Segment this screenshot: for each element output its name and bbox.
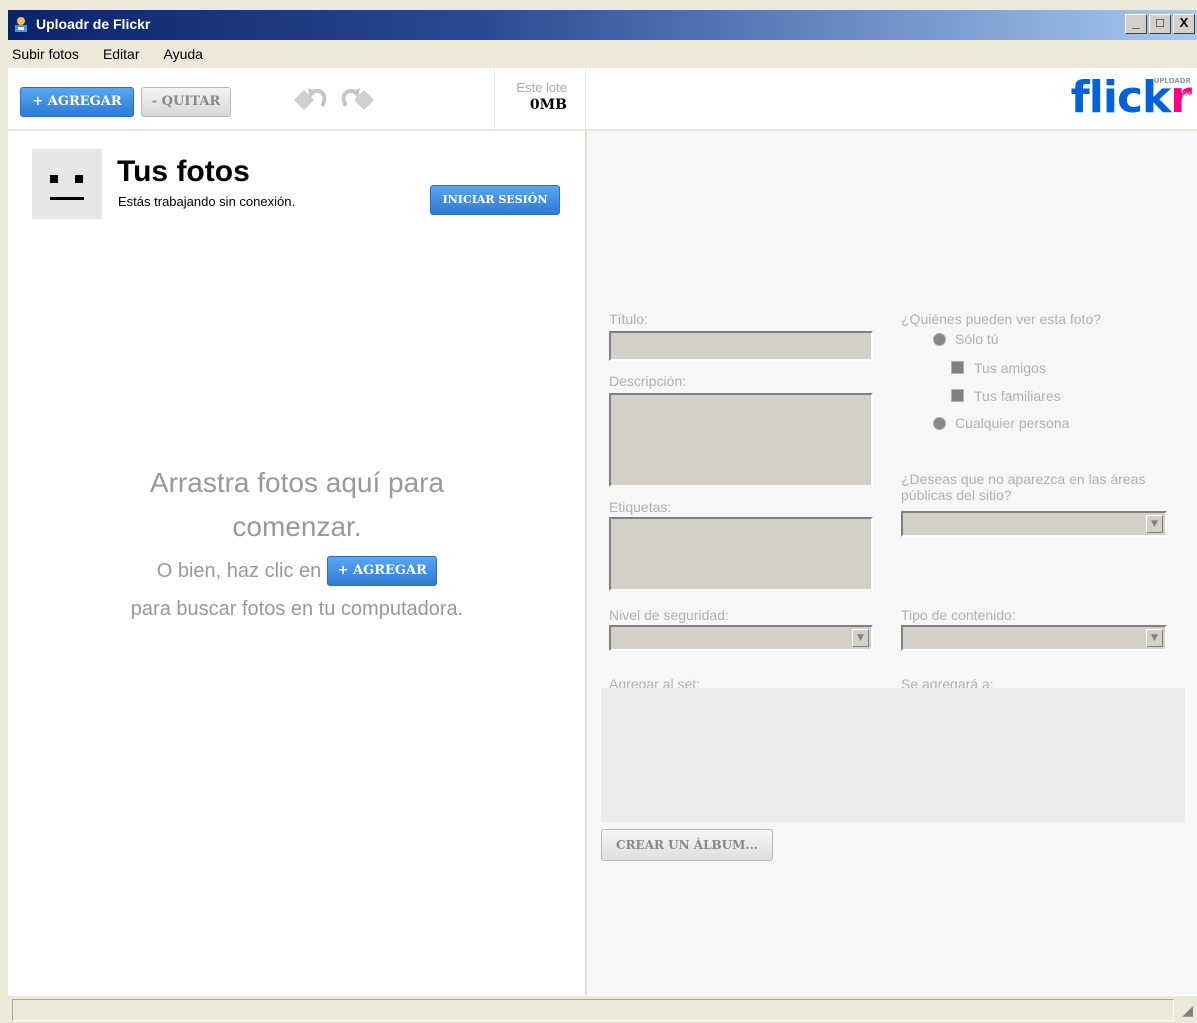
minimize-button[interactable]: _ [1125,14,1147,34]
drop-line-4: para buscar fotos en tu computadora. [130,598,464,620]
window-title: Uploadr de Flickr [36,16,151,32]
toolbar: + AGREGAR - QUITAR Este lote 0MB flickr … [8,68,1197,130]
drop-zone[interactable]: Arrastra fotos aquí para comenzar. O bie… [8,461,586,625]
create-album-button[interactable]: CREAR UN ÁLBUM... [601,829,773,861]
menu-subir-fotos[interactable]: Subir fotos [8,46,91,62]
window-controls: _ □ X [1125,14,1195,34]
status-pane [12,999,1174,1021]
avatar-eye-left [50,175,58,183]
flickr-logo: flickr UPLOADR TM [1071,74,1192,122]
drop-line-2: comenzar. [232,511,362,542]
rotate-right-icon[interactable] [336,82,380,116]
avatar-eye-right [75,175,83,183]
logo-uploadr-text: UPLOADR [1153,77,1191,85]
drop-line-3: O bien, haz clic en + AGREGAR [8,555,586,587]
inline-add-button[interactable]: + AGREGAR [327,556,438,586]
tags-label: Etiquetas: [609,499,672,515]
uploadr-app-icon [15,17,27,32]
app-window: Uploadr de Flickr _ □ X Subir fotos Edit… [0,0,1197,1023]
remove-button[interactable]: - QUITAR [141,87,231,117]
hide-public-select[interactable]: ▼ [901,511,1167,537]
batch-value: 0MB [529,97,567,113]
privacy-question: ¿Quiénes pueden ver esta foto? [901,311,1102,327]
drop-line-1: Arrastra fotos aquí para [149,467,445,498]
family-checkbox[interactable] [951,389,964,402]
chevron-down-icon: ▼ [1146,629,1163,647]
login-button[interactable]: INICIAR SESIÓN [430,185,560,215]
title-bar[interactable]: Uploadr de Flickr _ □ X [8,10,1197,40]
anyone-label: Cualquier persona [955,415,1070,431]
chevron-down-icon: ▼ [1146,515,1163,533]
avatar-mouth [50,197,84,200]
maximize-button[interactable]: □ [1149,14,1171,34]
anyone-radio[interactable] [933,417,946,430]
title-label: Título: [609,311,648,327]
hide-question-line-2: públicas del sitio? [901,487,1012,503]
rotate-left-icon[interactable] [288,82,332,116]
page-title: Tus fotos [117,155,250,188]
friends-label: Tus amigos [974,360,1046,376]
batch-label: Este lote [516,80,567,95]
tags-textarea[interactable] [609,517,873,591]
batch-size: Este lote 0MB [494,68,586,130]
add-button[interactable]: + AGREGAR [20,87,134,117]
content-type-label: Tipo de contenido: [901,607,1016,623]
only-you-radio[interactable] [933,333,946,346]
safety-level-select[interactable]: ▼ [609,625,873,651]
avatar [32,149,102,219]
status-bar: ◢ [8,995,1197,1023]
sets-list[interactable] [601,688,1185,822]
offline-status: Estás trabajando sin conexión. [118,194,296,209]
friends-checkbox[interactable] [951,361,964,374]
chevron-down-icon: ▼ [852,629,869,647]
description-textarea[interactable] [609,393,873,487]
safety-level-label: Nivel de seguridad: [609,607,729,623]
drop-line-3-text: O bien, haz clic en [156,560,322,582]
logo-tm-text: TM [1180,91,1191,98]
photos-panel: Tus fotos Estás trabajando sin conexión.… [8,131,586,995]
close-button[interactable]: X [1173,14,1195,34]
menu-editar[interactable]: Editar [91,46,152,62]
menu-ayuda[interactable]: Ayuda [152,46,215,62]
title-input[interactable] [609,331,873,361]
hide-question-line-1: ¿Deseas que no aparezca en las áreas [901,471,1146,487]
menu-bar: Subir fotos Editar Ayuda [8,40,1197,68]
description-label: Descripción: [609,373,687,389]
resize-grip-icon[interactable]: ◢ [1177,1004,1193,1020]
family-label: Tus familiares [974,388,1061,404]
only-you-label: Sólo tú [955,331,999,347]
content-type-select[interactable]: ▼ [901,625,1167,651]
photo-details-panel: Título: Descripción: Etiquetas: Nivel de… [587,131,1197,995]
